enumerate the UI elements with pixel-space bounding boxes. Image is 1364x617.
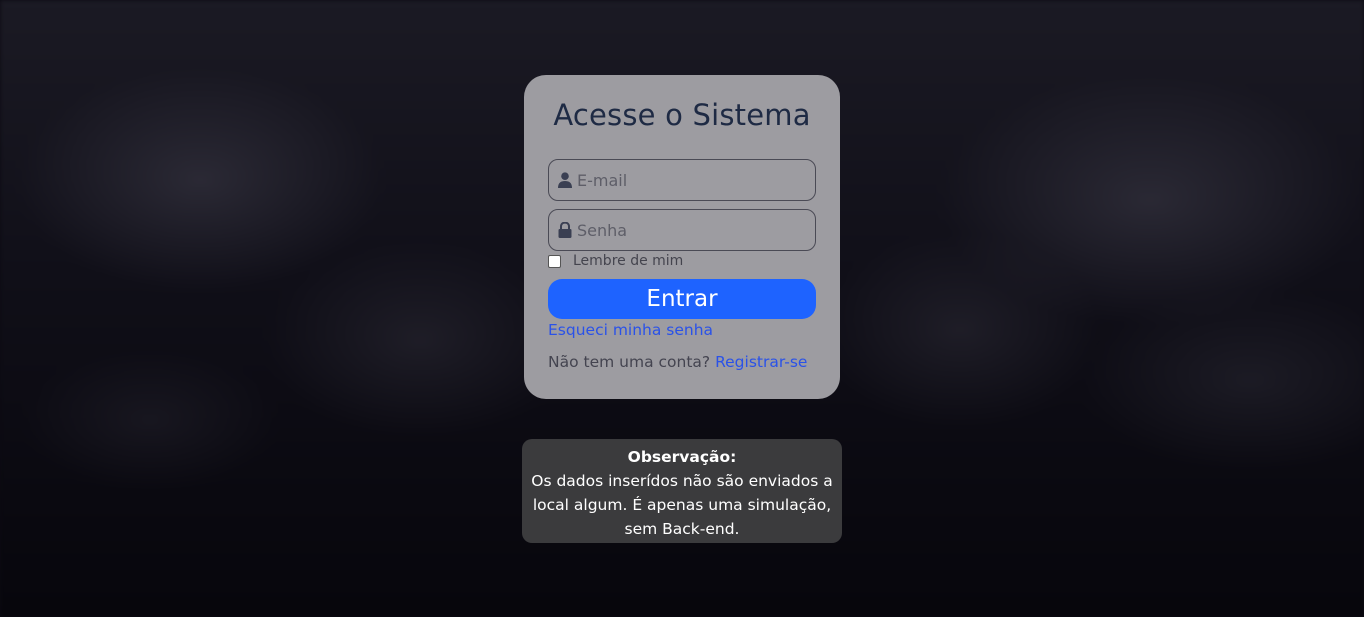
user-icon: [558, 172, 572, 188]
signup-prompt: Não tem uma conta?: [548, 353, 711, 371]
login-button[interactable]: Entrar: [548, 279, 816, 319]
email-field-wrapper: [548, 159, 816, 201]
remember-label: Lembre de mim: [573, 253, 684, 269]
email-input[interactable]: [577, 160, 809, 200]
remember-me[interactable]: Lembre de mim: [548, 252, 683, 270]
note-title: Observação:: [627, 448, 737, 466]
disclaimer-note: Observação: Os dados inserídos não são e…: [522, 439, 842, 543]
lock-icon: [558, 222, 572, 238]
signup-link[interactable]: Registrar-se: [715, 353, 807, 371]
password-field-wrapper: [548, 209, 816, 251]
forgot-password-link[interactable]: Esqueci minha senha: [548, 321, 713, 339]
note-body: Os dados inserídos não são enviados a lo…: [531, 472, 833, 538]
remember-checkbox[interactable]: [548, 254, 561, 268]
login-card: Acesse o Sistema Lembre de mim Entrar Es…: [524, 75, 840, 399]
signup-row: Não tem uma conta? Registrar-se: [548, 353, 807, 371]
password-input[interactable]: [577, 210, 809, 250]
page-title: Acesse o Sistema: [553, 98, 811, 132]
